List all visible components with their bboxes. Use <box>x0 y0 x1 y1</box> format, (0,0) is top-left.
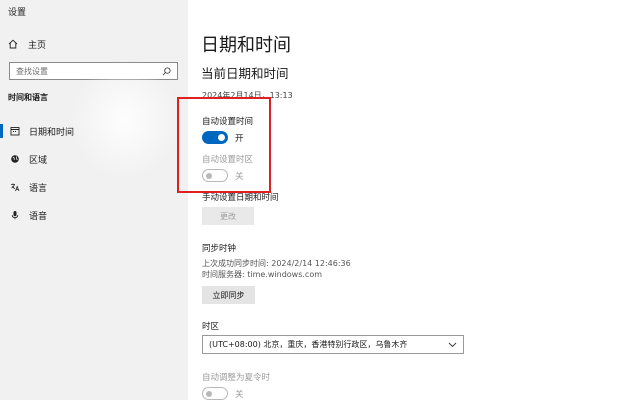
section-title: 当前日期和时间 <box>201 66 289 81</box>
toggle-knob <box>206 390 212 397</box>
timezone-label: 时区 <box>202 322 220 332</box>
sidebar-item-speech[interactable]: 语音 <box>0 204 188 226</box>
sidebar-item-label: 语言 <box>29 183 48 194</box>
page-title: 日期和时间 <box>201 35 291 56</box>
language-icon <box>9 182 21 192</box>
auto-timezone-state: 关 <box>235 172 244 182</box>
sidebar-item-date-time[interactable]: 日期和时间 <box>0 120 188 142</box>
sync-title: 同步时钟 <box>202 244 237 254</box>
timezone-value: (UTC+08:00) 北京，重庆，香港特别行政区，乌鲁木齐 <box>209 340 408 349</box>
current-datetime: 2024年2月14日，13:13 <box>202 91 293 100</box>
sidebar-item-language[interactable]: 语言 <box>0 176 188 198</box>
sidebar: 设置 主页 查找设置 时间和语言 日期和时间 区域 语言 语音 <box>0 0 188 400</box>
home-icon <box>8 39 18 49</box>
main-content: 日期和时间 当前日期和时间 2024年2月14日，13:13 自动设置时间 开 … <box>188 0 634 400</box>
chevron-down-icon <box>448 342 457 347</box>
auto-time-toggle[interactable] <box>202 131 228 144</box>
sidebar-item-label: 主页 <box>28 40 47 51</box>
sidebar-item-region[interactable]: 区域 <box>0 148 188 170</box>
calendar-icon <box>9 126 21 136</box>
dst-toggle[interactable] <box>202 387 228 400</box>
last-sync-text: 上次成功同步时间: 2024/2/14 12:46:36 <box>202 259 351 268</box>
sidebar-item-label: 区域 <box>29 155 48 166</box>
microphone-icon <box>9 210 21 220</box>
auto-timezone-toggle[interactable] <box>202 169 228 182</box>
sidebar-item-label: 日期和时间 <box>29 127 75 138</box>
change-button[interactable]: 更改 <box>202 207 254 225</box>
toggle-knob <box>206 172 212 179</box>
auto-time-label: 自动设置时间 <box>202 117 254 127</box>
section-label: 时间和语言 <box>8 93 48 102</box>
auto-time-state: 开 <box>235 134 244 144</box>
sidebar-item-home[interactable]: 主页 <box>8 36 46 52</box>
manual-datetime-label: 手动设置日期和时间 <box>202 193 279 203</box>
dst-state: 关 <box>235 390 244 400</box>
globe-icon <box>9 154 21 164</box>
toggle-knob <box>218 134 225 141</box>
app-title: 设置 <box>8 8 27 18</box>
search-input[interactable]: 查找设置 <box>9 62 178 80</box>
sidebar-item-label: 语音 <box>29 211 48 222</box>
search-placeholder: 查找设置 <box>16 66 48 76</box>
timezone-select[interactable]: (UTC+08:00) 北京，重庆，香港特别行政区，乌鲁木齐 <box>202 335 464 354</box>
time-server-text: 时间服务器: time.windows.com <box>202 270 323 279</box>
sync-now-button[interactable]: 立即同步 <box>202 286 255 304</box>
auto-timezone-label: 自动设置时区 <box>202 155 254 165</box>
search-icon <box>162 66 171 75</box>
dst-label: 自动调整为夏令时 <box>202 373 271 383</box>
